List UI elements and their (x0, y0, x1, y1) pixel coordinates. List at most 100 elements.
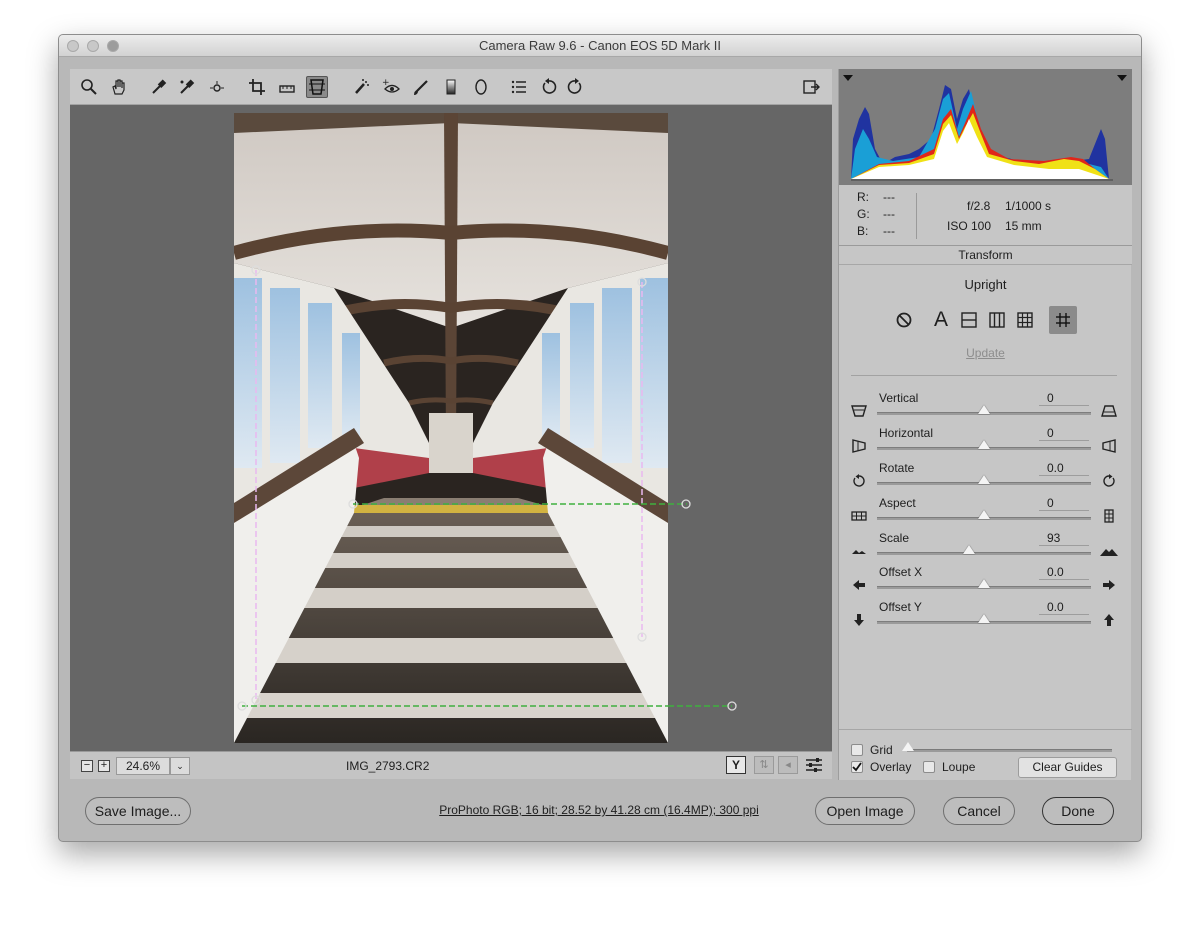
zoom-icon[interactable] (78, 76, 100, 98)
overlay-checkbox[interactable] (851, 761, 863, 773)
spot-removal-icon[interactable] (350, 76, 372, 98)
grid-size-track[interactable] (907, 749, 1112, 752)
slider-aspect[interactable]: Aspect 0 (839, 496, 1132, 531)
slider-value[interactable]: 0 (1039, 391, 1089, 406)
graduated-filter-icon[interactable] (440, 76, 462, 98)
green-label: G: (857, 207, 870, 221)
blue-value: --- (883, 224, 895, 238)
workflow-options-link[interactable]: ProPhoto RGB; 16 bit; 28.52 by 41.28 cm … (399, 803, 799, 817)
zoom-out-button[interactable]: − (81, 760, 93, 772)
slider-value[interactable]: 0.0 (1039, 461, 1089, 476)
svg-text:+: + (382, 78, 390, 88)
upright-off-icon[interactable] (890, 306, 918, 334)
slider-label: Offset Y (879, 600, 922, 614)
slider-thumb[interactable] (978, 614, 990, 623)
upright-level-icon[interactable] (955, 306, 983, 334)
image-canvas[interactable] (70, 105, 832, 751)
loupe-checkbox[interactable] (923, 761, 935, 773)
slider-thumb[interactable] (978, 475, 990, 484)
red-label: R: (857, 190, 869, 204)
zoom-dropdown[interactable]: ⌄ (170, 757, 190, 775)
rotate-right-icon[interactable] (1100, 473, 1118, 489)
toggle-fullscreen-icon[interactable] (800, 76, 822, 98)
histogram[interactable] (839, 69, 1132, 185)
shutter-value: 1/1000 s (1005, 199, 1052, 213)
aspect-wide-icon[interactable] (850, 508, 868, 524)
slider-thumb[interactable] (978, 405, 990, 414)
slider-value[interactable]: 0.0 (1039, 600, 1089, 615)
scale-up-icon[interactable] (1100, 543, 1118, 559)
window-title: Camera Raw 9.6 - Canon EOS 5D Mark II (478, 38, 722, 53)
slider-offset-y[interactable]: Offset Y 0.0 (839, 600, 1132, 635)
green-value: --- (883, 207, 895, 221)
arrow-right-icon[interactable] (1100, 577, 1118, 593)
update-button[interactable]: Update (839, 346, 1132, 360)
slider-value[interactable]: 0 (1039, 426, 1089, 441)
grid-row: Grid (839, 729, 1132, 759)
copy-settings-icon[interactable]: ◂ (778, 756, 798, 774)
swap-settings-icon[interactable]: ⇅ (754, 756, 774, 774)
slider-thumb[interactable] (978, 579, 990, 588)
upright-auto-icon[interactable]: A (927, 306, 955, 334)
status-bar: − + 24.6% ⌄ IMG_2793.CR2 Y ⇅ ◂ (70, 751, 832, 779)
rotate-ccw-icon[interactable] (538, 76, 560, 98)
aspect-tall-icon[interactable] (1100, 508, 1118, 524)
camera-raw-window: Camera Raw 9.6 - Canon EOS 5D Mark II + … (58, 34, 1142, 842)
before-after-toggle-icon[interactable]: Y (726, 756, 746, 774)
preferences-icon[interactable] (508, 76, 530, 98)
hand-icon[interactable] (108, 76, 130, 98)
slider-value[interactable]: 0 (1039, 496, 1089, 511)
slider-thumb[interactable] (963, 545, 976, 554)
white-balance-icon[interactable] (148, 76, 170, 98)
transform-icon[interactable] (306, 76, 328, 98)
slider-vertical[interactable]: Vertical 0 (839, 391, 1132, 426)
panel-title[interactable]: Transform (839, 245, 1132, 265)
radial-filter-icon[interactable] (470, 76, 492, 98)
blue-label: B: (857, 224, 869, 238)
slider-label: Horizontal (879, 426, 934, 440)
arrow-down-icon[interactable] (850, 612, 868, 628)
grid-size-thumb[interactable] (902, 742, 914, 751)
slider-scale[interactable]: Scale 93 (839, 531, 1132, 566)
slider-value[interactable]: 93 (1039, 531, 1089, 546)
arrow-up-icon[interactable] (1100, 612, 1118, 628)
upright-label: Upright (964, 277, 1007, 292)
clear-guides-button[interactable]: Clear Guides (1018, 757, 1117, 778)
horizontal-plus-icon[interactable] (1100, 438, 1118, 454)
arrow-left-icon[interactable] (850, 577, 868, 593)
red-eye-icon[interactable]: + (380, 76, 402, 98)
done-button[interactable]: Done (1042, 797, 1114, 825)
slider-rotate[interactable]: Rotate 0.0 (839, 461, 1132, 496)
title-bar: Camera Raw 9.6 - Canon EOS 5D Mark II (59, 35, 1141, 57)
open-image-button[interactable]: Open Image (815, 797, 915, 825)
slider-track[interactable] (877, 552, 1091, 555)
preview-preferences-icon[interactable] (804, 756, 824, 774)
slider-value[interactable]: 0.0 (1039, 565, 1089, 580)
slider-horizontal[interactable]: Horizontal 0 (839, 426, 1132, 461)
guide-overlay[interactable] (70, 105, 832, 751)
scale-down-icon[interactable] (850, 543, 868, 559)
rotate-left-icon[interactable] (850, 473, 868, 489)
upright-vertical-icon[interactable] (983, 306, 1011, 334)
zoom-level-field[interactable]: 24.6% (116, 757, 170, 775)
slider-thumb[interactable] (978, 510, 990, 519)
zoom-in-button[interactable]: + (98, 760, 110, 772)
horizontal-minus-icon[interactable] (850, 438, 868, 454)
upright-full-icon[interactable] (1011, 306, 1039, 334)
adjustment-brush-icon[interactable] (410, 76, 432, 98)
filename: IMG_2793.CR2 (346, 759, 430, 773)
rotate-cw-icon[interactable] (564, 76, 586, 98)
vertical-minus-icon[interactable] (850, 403, 868, 419)
targeted-adjustment-icon[interactable] (206, 76, 228, 98)
grid-checkbox[interactable] (851, 744, 863, 756)
upright-guided-icon[interactable] (1049, 306, 1077, 334)
crop-icon[interactable] (246, 76, 268, 98)
straighten-icon[interactable] (276, 76, 298, 98)
vertical-plus-icon[interactable] (1100, 403, 1118, 419)
cancel-button[interactable]: Cancel (943, 797, 1015, 825)
save-image-button[interactable]: Save Image... (85, 797, 191, 825)
slider-label: Rotate (879, 461, 915, 475)
slider-offset-x[interactable]: Offset X 0.0 (839, 565, 1132, 600)
color-sampler-icon[interactable] (176, 76, 198, 98)
slider-thumb[interactable] (978, 440, 990, 449)
